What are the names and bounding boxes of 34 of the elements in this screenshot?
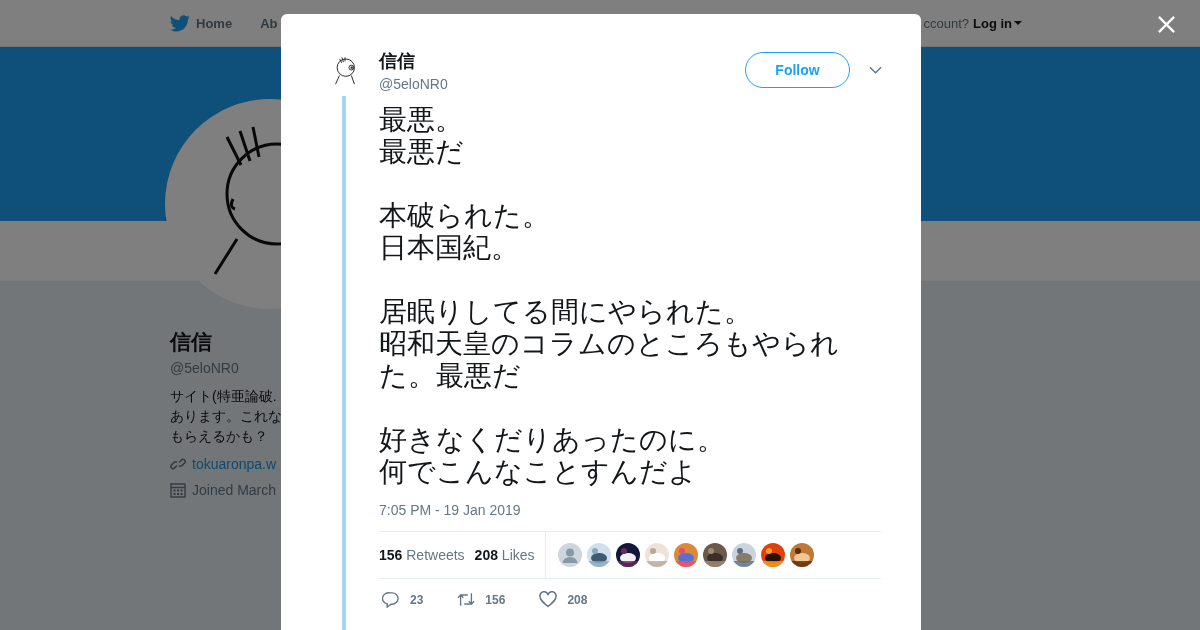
author-handle: @5eloNR0	[379, 75, 449, 92]
calendar-icon	[170, 482, 186, 498]
stat-link[interactable]: 156 Retweets	[379, 547, 465, 563]
tweet-text: 最悪だ	[379, 136, 464, 168]
follow-button[interactable]: Follow	[745, 52, 850, 88]
close-icon[interactable]	[1157, 15, 1176, 34]
tweet-timestamp: 7:05 PM - 19 Jan 2019	[379, 502, 522, 518]
account-prompt: ccount?	[923, 15, 969, 31]
link-icon	[170, 456, 186, 472]
author-name: 信信	[379, 49, 416, 73]
reply-button[interactable]: 23	[382, 591, 424, 608]
profile-bio: サイト(特亜論破. あります。これな もらえるかも？	[170, 387, 282, 446]
caret-icon	[1014, 21, 1022, 25]
profile-name: 信信	[170, 329, 213, 355]
login-link[interactable]: Log in	[973, 15, 1022, 31]
tweet-text: 本破られた。	[379, 200, 550, 232]
retweet-button[interactable]: 156	[457, 591, 506, 608]
chevron-down-icon[interactable]	[869, 66, 882, 74]
tweet-text: 日本国紀。	[379, 232, 519, 264]
like-button[interactable]: 208	[539, 591, 588, 608]
tweet-text: 居眠りしてる間にやられた。	[379, 296, 752, 328]
tweet-text: 最悪。	[379, 104, 463, 136]
retweet-icon	[457, 591, 476, 608]
bird-icon	[170, 14, 190, 32]
speech-bubble-icon	[382, 591, 400, 608]
tweet-text: 昭和天皇のコラムのところもやられた。最悪だ	[379, 328, 839, 392]
home-link[interactable]: Home	[170, 14, 233, 32]
joined-date: Joined March	[192, 482, 277, 498]
nav-link[interactable]: Ab	[260, 14, 278, 32]
tweet-text: 何でこんなことすんだよ	[379, 456, 697, 488]
profile-handle: @5eloNR0	[170, 360, 240, 376]
tweet-text: 好きなくだりあったのに。	[379, 424, 725, 456]
heart-icon	[539, 591, 558, 608]
stat-link[interactable]: 208 Likes	[474, 547, 535, 563]
